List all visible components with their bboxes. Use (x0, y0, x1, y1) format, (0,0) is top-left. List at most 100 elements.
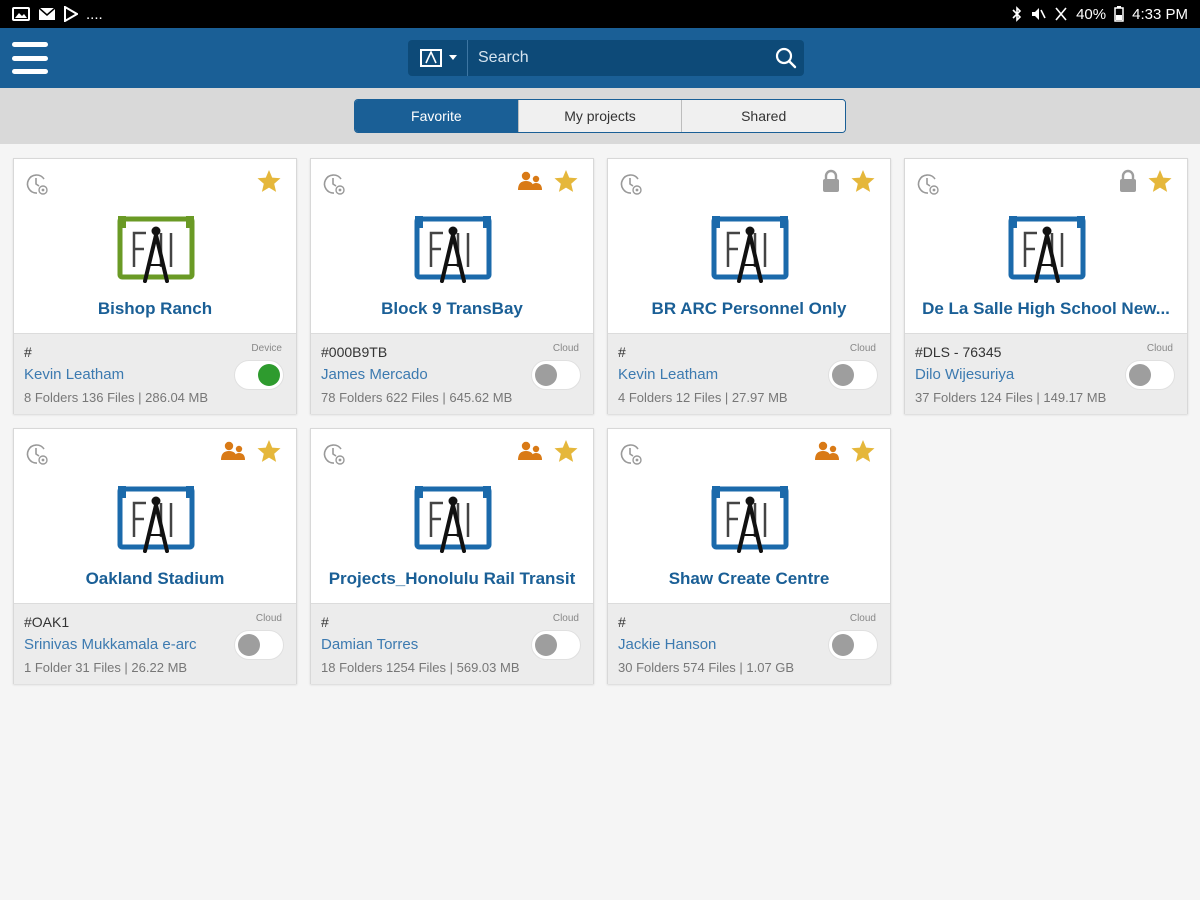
project-code: # (321, 614, 329, 630)
storage-label: Cloud (552, 343, 579, 354)
project-title[interactable]: Bishop Ranch (22, 299, 288, 319)
toggle-knob (832, 364, 854, 386)
storage-label: Cloud (849, 613, 876, 624)
project-owner: Kevin Leatham (618, 366, 719, 383)
card-details: #OAK1 Srinivas Mukkamala e-arc 1 Folder … (14, 603, 296, 684)
tab-my-projects[interactable]: My projects (517, 100, 682, 132)
sync-toggle[interactable] (234, 360, 284, 390)
card-header: Block 9 TransBay (311, 159, 593, 333)
hamburger-line (12, 69, 48, 74)
toggle-knob (535, 364, 557, 386)
card-details: # Kevin Leatham 8 Folders 136 Files | 28… (14, 333, 296, 414)
recent-clock-icon[interactable] (618, 441, 644, 467)
project-meta: 8 Folders 136 Files | 286.04 MB (24, 390, 209, 405)
recent-clock-icon[interactable] (321, 441, 347, 467)
play-store-icon (64, 6, 78, 22)
project-card[interactable]: Shaw Create Centre # Jackie Hanson 30 Fo… (607, 428, 891, 684)
card-status-icons (822, 169, 876, 193)
storage-label: Cloud (552, 613, 579, 624)
project-owner: James Mercado (321, 366, 428, 383)
favorite-star-icon[interactable] (553, 169, 579, 193)
storage-label: Cloud (255, 613, 282, 624)
card-header: De La Salle High School New... (905, 159, 1187, 333)
favorite-star-icon[interactable] (256, 169, 282, 193)
project-meta: 1 Folder 31 Files | 26.22 MB (24, 660, 188, 675)
status-right: 40% 4:33 PM (1012, 6, 1188, 23)
card-status-icons (517, 169, 579, 193)
menu-button[interactable] (12, 42, 48, 74)
tab-favorite[interactable]: Favorite (355, 100, 518, 132)
tab-bar: Favorite My projects Shared (0, 88, 1200, 144)
card-details: # Kevin Leatham 4 Folders 12 Files | 27.… (608, 333, 890, 414)
project-title[interactable]: BR ARC Personnel Only (616, 299, 882, 319)
lock-icon (1120, 169, 1136, 192)
favorite-star-icon[interactable] (1147, 169, 1173, 193)
recent-clock-icon[interactable] (618, 171, 644, 197)
project-card[interactable]: BR ARC Personnel Only # Kevin Leatham 4 … (607, 158, 891, 414)
sync-toggle[interactable] (1125, 360, 1175, 390)
toggle-knob (832, 634, 854, 656)
project-card[interactable]: Oakland Stadium #OAK1 Srinivas Mukkamala… (13, 428, 297, 684)
card-header: BR ARC Personnel Only (608, 159, 890, 333)
project-meta: 18 Folders 1254 Files | 569.03 MB (321, 660, 520, 675)
sync-toggle[interactable] (531, 360, 581, 390)
project-grid: Bishop Ranch # Kevin Leatham 8 Folders 1… (13, 158, 1189, 688)
project-meta: 37 Folders 124 Files | 149.17 MB (915, 390, 1107, 405)
project-meta: 30 Folders 574 Files | 1.07 GB (618, 660, 795, 675)
sync-toggle[interactable] (234, 630, 284, 660)
shared-users-icon (518, 171, 542, 190)
project-code: #000B9TB (321, 344, 388, 360)
card-details: # Damian Torres 18 Folders 1254 Files | … (311, 603, 593, 684)
card-status-icons (814, 439, 876, 463)
status-overflow: .... (86, 5, 103, 23)
project-owner: Jackie Hanson (618, 636, 717, 653)
project-title[interactable]: Projects_Honolulu Rail Transit (319, 569, 585, 589)
card-status-icons (1119, 169, 1173, 193)
project-code: #OAK1 (24, 614, 70, 630)
app-bar (0, 28, 1200, 88)
project-logo-icon (711, 486, 789, 553)
card-header: Bishop Ranch (14, 159, 296, 333)
sync-toggle[interactable] (828, 360, 878, 390)
image-icon (12, 7, 30, 21)
search-icon[interactable] (768, 40, 804, 76)
project-logo-icon (414, 216, 492, 283)
project-card[interactable]: Bishop Ranch # Kevin Leatham 8 Folders 1… (13, 158, 297, 414)
sync-toggle[interactable] (531, 630, 581, 660)
project-scope-icon (419, 49, 442, 67)
project-meta: 78 Folders 622 Files | 645.62 MB (321, 390, 513, 405)
project-title[interactable]: De La Salle High School New... (913, 299, 1179, 319)
project-card[interactable]: Projects_Honolulu Rail Transit # Damian … (310, 428, 594, 684)
favorite-star-icon[interactable] (850, 439, 876, 463)
project-title[interactable]: Oakland Stadium (22, 569, 288, 589)
chevron-down-icon (448, 55, 457, 60)
bluetooth-icon (1012, 6, 1022, 22)
favorite-star-icon[interactable] (553, 439, 579, 463)
favorite-star-icon[interactable] (850, 169, 876, 193)
project-logo-icon (117, 216, 195, 283)
battery-icon (1114, 6, 1124, 22)
project-title[interactable]: Block 9 TransBay (319, 299, 585, 319)
project-card[interactable]: De La Salle High School New... #DLS - 76… (904, 158, 1188, 414)
project-title[interactable]: Shaw Create Centre (616, 569, 882, 589)
search-input[interactable] (468, 40, 768, 76)
recent-clock-icon[interactable] (321, 171, 347, 197)
sync-toggle[interactable] (828, 630, 878, 660)
search-box (408, 40, 804, 76)
recent-clock-icon[interactable] (24, 441, 50, 467)
recent-clock-icon[interactable] (24, 171, 50, 197)
card-status-icons (517, 439, 579, 463)
project-code: # (24, 344, 32, 360)
tab-shared[interactable]: Shared (681, 100, 845, 132)
card-header: Shaw Create Centre (608, 429, 890, 603)
project-owner: Dilo Wijesuriya (915, 366, 1015, 383)
mute-icon (1030, 6, 1046, 22)
favorite-star-icon[interactable] (256, 439, 282, 463)
recent-clock-icon[interactable] (915, 171, 941, 197)
project-card[interactable]: Block 9 TransBay #000B9TB James Mercado … (310, 158, 594, 414)
storage-label: Cloud (1146, 343, 1173, 354)
card-details: #000B9TB James Mercado 78 Folders 622 Fi… (311, 333, 593, 414)
card-status-icons (256, 169, 282, 193)
project-owner: Srinivas Mukkamala e-arc (24, 636, 197, 653)
search-scope-dropdown[interactable] (408, 40, 468, 76)
